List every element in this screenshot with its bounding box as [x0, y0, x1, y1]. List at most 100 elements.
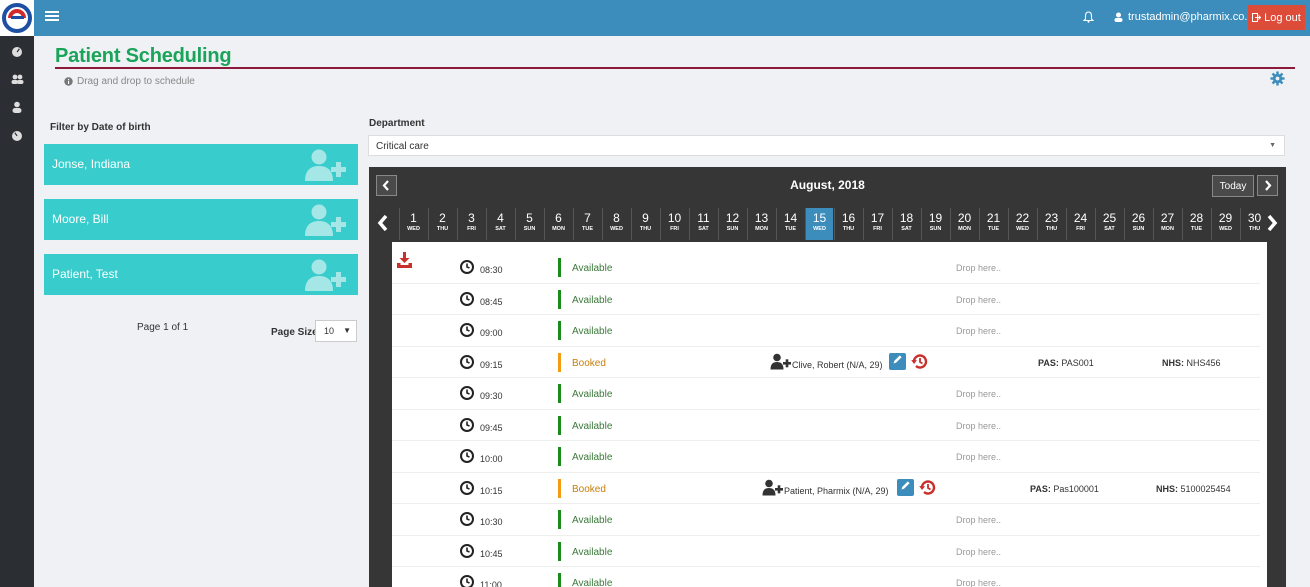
day-weekday: WED — [1219, 226, 1232, 232]
today-button[interactable]: Today — [1212, 175, 1254, 197]
day-12[interactable]: 12 SUN — [718, 208, 746, 240]
next-month-button[interactable] — [1257, 175, 1278, 196]
day-27[interactable]: 27 MON — [1153, 208, 1181, 240]
next-days-arrow[interactable] — [1266, 213, 1278, 236]
day-5[interactable]: 5 SUN — [515, 208, 543, 240]
logout-button[interactable]: Log out — [1248, 5, 1305, 30]
drop-zone[interactable]: Drop here.. — [956, 389, 1001, 399]
day-24[interactable]: 24 FRI — [1066, 208, 1094, 240]
drop-zone[interactable]: Drop here.. — [956, 452, 1001, 462]
day-number: 13 — [754, 211, 769, 225]
day-18[interactable]: 18 SAT — [892, 208, 920, 240]
prev-days-arrow[interactable] — [377, 213, 389, 236]
day-6[interactable]: 6 MON — [544, 208, 572, 240]
add-patient-icon[interactable] — [302, 202, 348, 241]
pencil-icon — [892, 354, 903, 368]
day-14[interactable]: 14 TUE — [776, 208, 804, 240]
day-15[interactable]: 15 WED — [805, 208, 833, 240]
time-slot[interactable]: 10:00 Available Drop here.. — [392, 441, 1260, 473]
day-1[interactable]: 1 WED — [399, 208, 427, 240]
day-3[interactable]: 3 FRI — [457, 208, 485, 240]
filter-label: Filter by Date of birth — [50, 122, 151, 133]
booked-patient-name: Clive, Robert (N/A, 29) — [792, 359, 883, 370]
time-slot[interactable]: 09:45 Available Drop here.. — [392, 410, 1260, 441]
day-7[interactable]: 7 TUE — [573, 208, 601, 240]
history-icon[interactable] — [910, 352, 929, 374]
drop-zone[interactable]: Drop here.. — [956, 263, 1001, 273]
dashboard-icon[interactable] — [0, 40, 34, 62]
time-slot[interactable]: 09:15 Booked Clive, Robert (N/A, 29) PAS: P… — [392, 347, 1260, 378]
day-17[interactable]: 17 FRI — [863, 208, 891, 240]
app-logo[interactable] — [0, 0, 34, 36]
drop-zone[interactable]: Drop here.. — [956, 326, 1001, 336]
day-20[interactable]: 20 MON — [950, 208, 978, 240]
user-icon — [1114, 12, 1123, 22]
time-slot[interactable]: 10:30 Available Drop here.. — [392, 504, 1260, 536]
time-slot[interactable]: 09:30 Available Drop here.. — [392, 378, 1260, 410]
day-16[interactable]: 16 THU — [834, 208, 862, 240]
slot-time: 10:15 — [480, 485, 503, 496]
patient-card[interactable]: Patient, Test — [44, 254, 358, 295]
time-slot[interactable]: 08:45 Available Drop here.. — [392, 284, 1260, 315]
time-slot[interactable]: 10:15 Booked Patient, Pharmix (N/A, 29) PAS… — [392, 473, 1260, 504]
page-size-select[interactable]: 10 ▼ — [315, 320, 357, 342]
slot-status: Available — [572, 389, 613, 400]
day-30[interactable]: 30 THU — [1240, 208, 1268, 240]
time-slot[interactable]: 09:00 Available Drop here.. — [392, 315, 1260, 347]
day-25[interactable]: 25 SAT — [1095, 208, 1123, 240]
day-9[interactable]: 9 THU — [631, 208, 659, 240]
settings-gear-icon[interactable] — [1270, 71, 1285, 89]
day-weekday: THU — [842, 226, 855, 232]
day-weekday: WED — [407, 226, 420, 232]
patient-card[interactable]: Moore, Bill — [44, 199, 358, 240]
day-19[interactable]: 19 SUN — [921, 208, 949, 240]
time-slot[interactable]: 11:00 Available Drop here.. — [392, 567, 1260, 587]
users-icon[interactable] — [0, 68, 34, 90]
reports-icon[interactable] — [0, 124, 34, 146]
day-number: 17 — [870, 211, 885, 225]
clock-icon — [460, 260, 474, 277]
time-slot[interactable]: 10:45 Available Drop here.. — [392, 536, 1260, 567]
pas-label: PAS: — [1030, 483, 1051, 494]
drop-zone[interactable]: Drop here.. — [956, 547, 1001, 557]
drop-zone[interactable]: Drop here.. — [956, 515, 1001, 525]
day-26[interactable]: 26 SUN — [1124, 208, 1152, 240]
history-icon[interactable] — [918, 478, 937, 500]
day-2[interactable]: 2 THU — [428, 208, 456, 240]
day-weekday: THU — [436, 226, 449, 232]
nhs-number: NHS: 5100025454 — [1156, 484, 1231, 494]
day-4[interactable]: 4 SAT — [486, 208, 514, 240]
bell-icon[interactable] — [1082, 11, 1095, 26]
day-28[interactable]: 28 TUE — [1182, 208, 1210, 240]
add-patient-icon[interactable] — [302, 147, 348, 186]
day-11[interactable]: 11 SAT — [689, 208, 717, 240]
day-13[interactable]: 13 MON — [747, 208, 775, 240]
drop-zone[interactable]: Drop here.. — [956, 578, 1001, 587]
pagination-info: Page 1 of 1 — [137, 322, 189, 333]
add-patient-icon[interactable] — [302, 257, 348, 296]
department-select[interactable]: Critical care ▼ — [368, 135, 1285, 156]
drop-zone[interactable]: Drop here.. — [956, 295, 1001, 305]
menu-toggle-icon[interactable] — [45, 11, 59, 25]
add-patient-icon[interactable] — [762, 479, 784, 499]
patient-card[interactable]: Jonse, Indiana — [44, 144, 358, 185]
edit-booking-button[interactable] — [889, 352, 906, 370]
slot-status: Available — [572, 294, 613, 306]
drop-zone[interactable]: Drop here.. — [956, 421, 1001, 431]
day-29[interactable]: 29 WED — [1211, 208, 1239, 240]
add-patient-icon[interactable] — [770, 353, 792, 373]
user-icon[interactable] — [0, 96, 34, 118]
edit-booking-button[interactable] — [897, 478, 914, 496]
user-menu[interactable]: trustadmin@pharmix.co.uk — [1114, 11, 1259, 23]
left-sidebar — [0, 0, 34, 587]
day-8[interactable]: 8 WED — [602, 208, 630, 240]
day-23[interactable]: 23 THU — [1037, 208, 1065, 240]
day-21[interactable]: 21 TUE — [979, 208, 1007, 240]
day-10[interactable]: 10 FRI — [660, 208, 688, 240]
time-slot[interactable]: 08:30 Available Drop here.. — [392, 252, 1260, 284]
info-icon — [64, 77, 73, 86]
day-number: 6 — [555, 211, 562, 225]
pencil-icon — [900, 480, 911, 494]
slot-time: 10:45 — [480, 548, 503, 559]
day-22[interactable]: 22 WED — [1008, 208, 1036, 240]
